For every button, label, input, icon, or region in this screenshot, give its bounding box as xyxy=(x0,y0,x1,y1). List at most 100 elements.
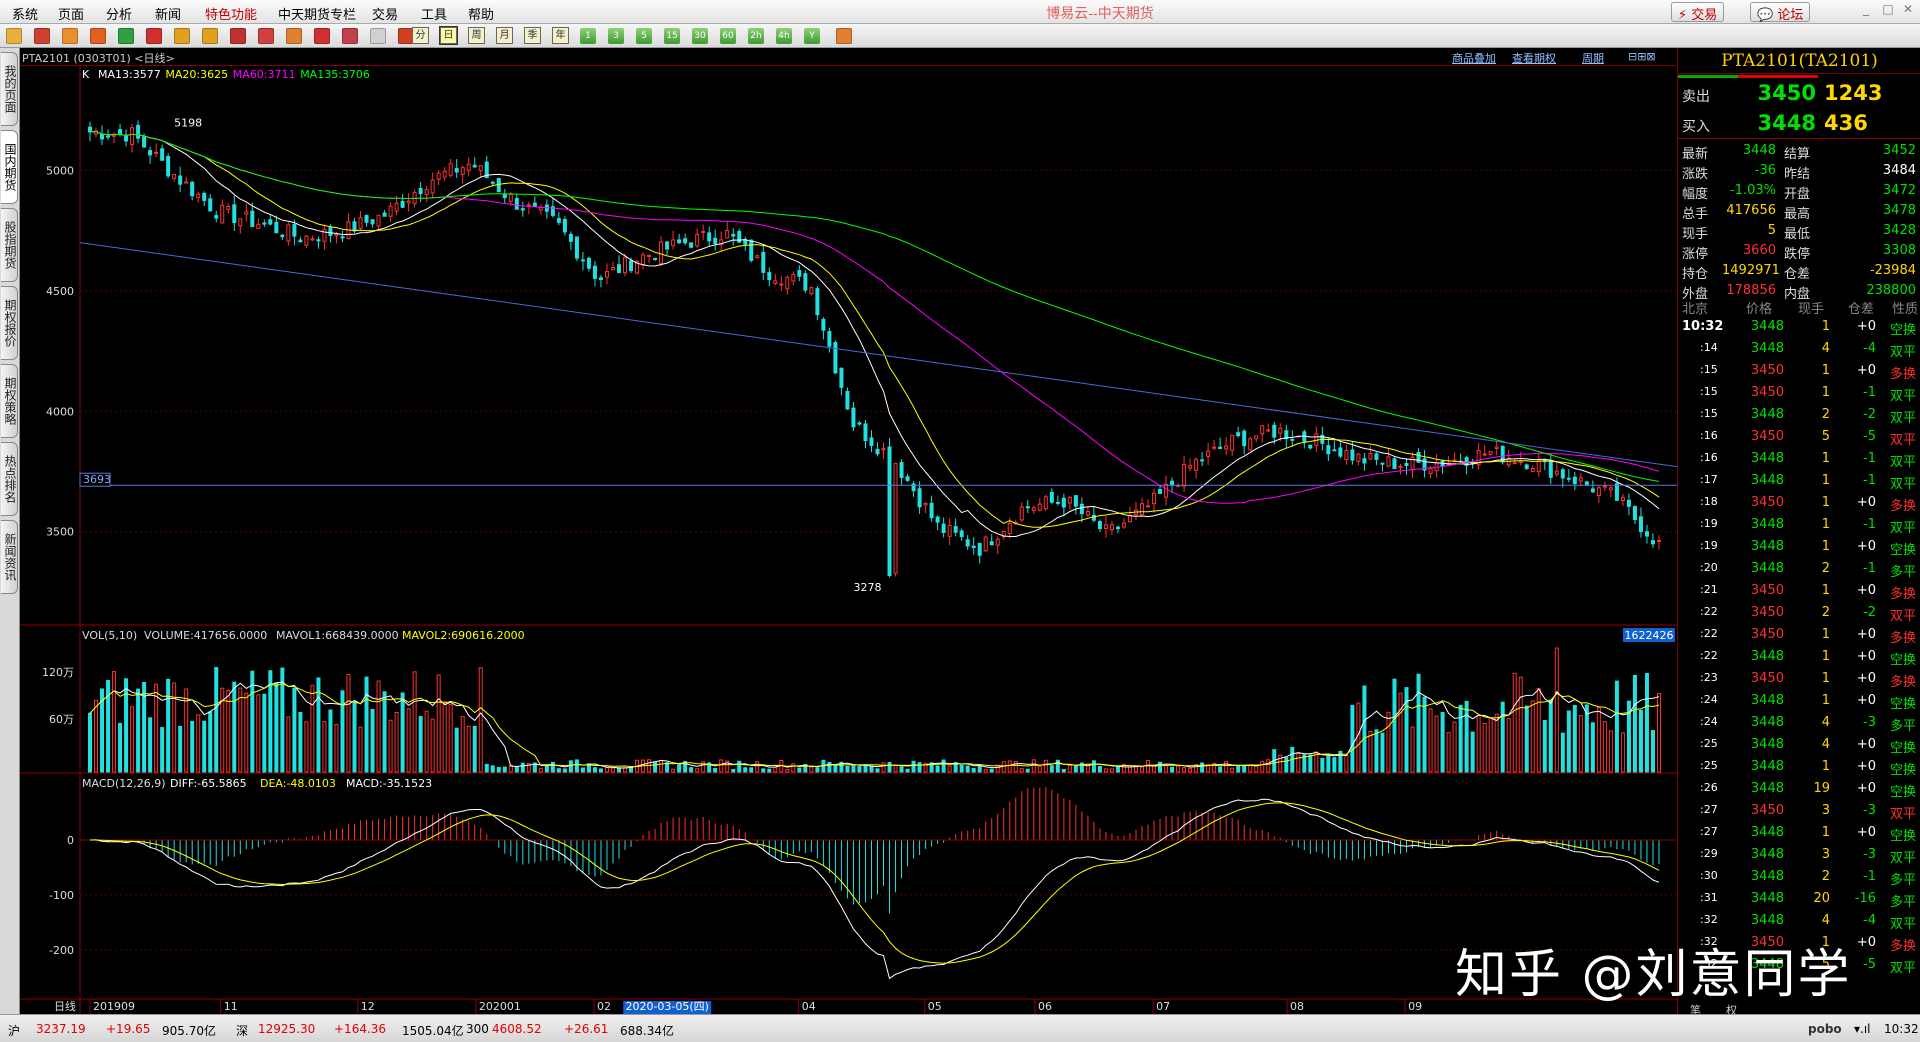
menu-tools[interactable]: 工具 xyxy=(421,4,447,23)
stat-label: 涨停 xyxy=(1682,247,1709,262)
tick-time: :16 xyxy=(1700,429,1718,442)
tick-row: :27 3450 3 -3 双平 xyxy=(1678,800,1920,822)
indicator-icon[interactable] xyxy=(286,28,302,44)
period-15min-button[interactable]: 15 xyxy=(664,28,680,44)
candle xyxy=(1614,483,1619,501)
period-tick-button[interactable]: 分 xyxy=(412,27,429,44)
tick-price: 3448 xyxy=(1750,737,1784,752)
settings-icon[interactable] xyxy=(342,28,358,44)
period-60min-button[interactable]: 60 xyxy=(720,28,736,44)
filter-icon[interactable] xyxy=(314,28,330,44)
volume-bar xyxy=(208,711,213,773)
tick-row: :30 3448 2 -1 多平 xyxy=(1678,866,1920,888)
draw-icon[interactable] xyxy=(258,28,274,44)
candle xyxy=(1608,487,1613,491)
tick-nature: 双平 xyxy=(1890,521,1917,536)
book-icon[interactable] xyxy=(62,28,78,44)
tab-option-strategy[interactable]: 期权策略 xyxy=(1,364,18,438)
tick-oi-change: +0 xyxy=(1856,825,1876,840)
candle xyxy=(280,234,285,238)
zoom-in-icon[interactable] xyxy=(174,28,190,44)
tab-domestic-futures[interactable]: 国内期货 xyxy=(1,130,18,204)
calculator-icon[interactable] xyxy=(836,28,852,44)
lightning-icon: ⚡ xyxy=(1678,8,1688,23)
tick-time: :26 xyxy=(1700,781,1718,794)
volume-bar xyxy=(502,766,507,773)
candle xyxy=(1194,459,1199,471)
volume-bar xyxy=(1320,758,1325,773)
kline-chart[interactable]: 5000 4500 4000 3500 3693 5198 3278 K MA13:3577 MA… xyxy=(20,66,1677,1014)
volume-bar xyxy=(1458,704,1463,773)
tick-nature: 双平 xyxy=(1890,851,1917,866)
period-link[interactable]: 周期 xyxy=(1582,50,1604,66)
tick-volume: 19 xyxy=(1813,781,1830,796)
layout-icon[interactable] xyxy=(230,28,246,44)
stat-label: 持仓 xyxy=(1682,267,1709,282)
period-day-button[interactable]: 日 xyxy=(439,26,458,45)
tab-index-futures[interactable]: 股指期货 xyxy=(1,208,18,282)
candle xyxy=(1350,449,1355,461)
candle xyxy=(653,258,658,261)
maximize-icon[interactable]: □ xyxy=(1880,2,1896,18)
period-4h-button[interactable]: 4h xyxy=(776,28,792,44)
news-icon[interactable] xyxy=(90,28,106,44)
candle xyxy=(574,236,579,259)
minimize-icon[interactable]: _ xyxy=(1858,2,1874,18)
zoom-out-icon[interactable] xyxy=(202,28,218,44)
tab-hot-ranking[interactable]: 热点排名 xyxy=(1,442,18,516)
view-options-link[interactable]: 查看期权 xyxy=(1512,50,1556,66)
table-icon[interactable] xyxy=(370,28,386,44)
volume-bar xyxy=(1440,712,1445,773)
period-year-button[interactable]: 年 xyxy=(552,27,569,44)
tab-option-quotes[interactable]: 期权报价 xyxy=(1,286,18,360)
y-tick-label: 120万 xyxy=(42,666,74,679)
menu-news[interactable]: 新闻 xyxy=(155,4,181,23)
tab-news-info[interactable]: 新闻资讯 xyxy=(1,520,18,594)
volume-bar xyxy=(124,678,129,773)
period-quarter-button[interactable]: 季 xyxy=(524,27,541,44)
sell-row[interactable]: 卖出 3450 1243 xyxy=(1678,79,1920,109)
candle xyxy=(851,407,856,428)
x-tick-label: 09 xyxy=(1408,1000,1422,1013)
period-month-button[interactable]: 月 xyxy=(496,27,513,44)
period-y-button[interactable]: Y xyxy=(804,28,820,44)
window-icon[interactable] xyxy=(146,28,162,44)
period-2h-button[interactable]: 2h xyxy=(748,28,764,44)
back-icon[interactable] xyxy=(6,28,22,44)
refresh-icon[interactable] xyxy=(118,28,134,44)
period-30min-button[interactable]: 30 xyxy=(692,28,708,44)
forum-button[interactable]: 💬 论坛 xyxy=(1750,2,1811,23)
menu-features[interactable]: 特色功能 xyxy=(205,4,257,23)
forum-button-label: 论坛 xyxy=(1777,8,1804,23)
volume-bar xyxy=(869,766,874,773)
period-week-button[interactable]: 周 xyxy=(468,27,485,44)
quote-title: PTA2101(TA2101) xyxy=(1678,48,1920,74)
volume-bar xyxy=(1596,707,1601,773)
menu-system[interactable]: 系统 xyxy=(12,4,38,23)
period-5min-button[interactable]: 5 xyxy=(636,28,652,44)
volume-bar xyxy=(899,766,904,773)
window-controls-icon[interactable]: ⊟⊞⊠ xyxy=(1628,50,1656,63)
tick-oi-change: -2 xyxy=(1863,407,1876,422)
candle xyxy=(592,265,597,279)
tick-volume: 1 xyxy=(1821,385,1830,400)
period-1min-button[interactable]: 1 xyxy=(580,28,596,44)
cursor-date-label: 2020-03-05(四) xyxy=(625,1000,709,1013)
volume-bar xyxy=(1043,759,1048,773)
trade-button[interactable]: ⚡ 交易 xyxy=(1671,2,1725,23)
buy-row[interactable]: 买入 3448 436 xyxy=(1678,109,1920,139)
menu-help[interactable]: 帮助 xyxy=(468,4,494,23)
home-icon[interactable] xyxy=(34,28,50,44)
stat-value: -36 xyxy=(1754,163,1776,178)
period-3min-button[interactable]: 3 xyxy=(608,28,624,44)
menu-analysis[interactable]: 分析 xyxy=(106,4,132,23)
menu-zhongtian-column[interactable]: 中天期货专栏 xyxy=(278,4,356,23)
menu-page[interactable]: 页面 xyxy=(58,4,84,23)
tick-time: :24 xyxy=(1700,715,1718,728)
candle xyxy=(1121,522,1126,528)
volume-bar xyxy=(1284,757,1289,773)
close-icon[interactable]: ✕ xyxy=(1900,2,1916,18)
menu-trade[interactable]: 交易 xyxy=(372,4,398,23)
tab-my-page[interactable]: 我的页面 xyxy=(1,52,18,126)
overlay-link[interactable]: 商品叠加 xyxy=(1452,50,1496,66)
